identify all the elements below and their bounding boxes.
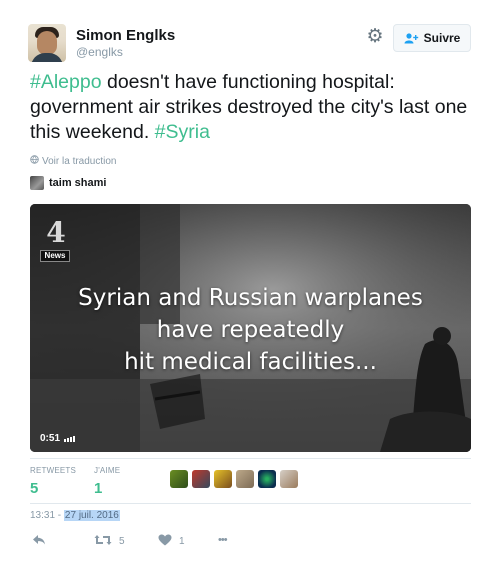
avatar[interactable] xyxy=(192,470,210,488)
reply-button[interactable] xyxy=(32,534,46,549)
quoted-user[interactable]: taim shami xyxy=(30,176,106,190)
author-name[interactable]: Simon Englks xyxy=(76,27,175,44)
retweet-count: 5 xyxy=(119,536,125,547)
video-player[interactable]: 4 News Syrian and Russian warplanes have… xyxy=(30,204,471,452)
video-duration: 0:51 xyxy=(40,433,76,444)
engager-avatars xyxy=(170,470,298,488)
hashtag-syria[interactable]: #Syria xyxy=(155,121,210,143)
globe-icon xyxy=(30,155,39,167)
heart-icon xyxy=(158,534,172,549)
add-user-icon xyxy=(404,32,419,44)
avatar[interactable] xyxy=(214,470,232,488)
avatar[interactable] xyxy=(170,470,188,488)
retweet-icon xyxy=(94,534,112,549)
likes-stat[interactable]: J'AIME 1 xyxy=(94,466,120,497)
caption-line-2: have repeatedly xyxy=(156,317,345,343)
gear-icon[interactable]: ⚙ xyxy=(366,27,384,46)
translate-link[interactable]: Voir la traduction xyxy=(30,155,117,167)
engagement-stats: RETWEETS 5 J'AIME 1 xyxy=(30,466,471,498)
follow-label: Suivre xyxy=(423,31,461,45)
quoted-user-avatar xyxy=(30,176,44,190)
avatar[interactable] xyxy=(236,470,254,488)
tweet-timestamp: 13:31 - 27 juil. 2016 xyxy=(30,510,120,521)
reply-icon xyxy=(32,534,46,549)
like-button[interactable]: 1 xyxy=(158,534,185,549)
caption-line-3: hit medical facilities... xyxy=(124,349,377,375)
divider xyxy=(30,458,471,459)
retweet-button[interactable]: 5 xyxy=(94,534,125,549)
like-count: 1 xyxy=(179,536,185,547)
retweets-stat[interactable]: RETWEETS 5 xyxy=(30,466,76,497)
avatar[interactable] xyxy=(280,470,298,488)
author-avatar[interactable] xyxy=(28,24,66,62)
volume-bars-icon xyxy=(64,435,76,442)
avatar[interactable] xyxy=(258,470,276,488)
hashtag-aleppo[interactable]: #Aleppo xyxy=(30,71,102,93)
more-icon[interactable]: ••• xyxy=(218,534,228,546)
tweet-text: #Aleppo doesn't have functioning hospita… xyxy=(30,70,480,145)
translate-label: Voir la traduction xyxy=(42,155,117,167)
quoted-user-name: taim shami xyxy=(49,177,107,189)
divider xyxy=(30,503,471,504)
caption-line-1: Syrian and Russian warplanes xyxy=(78,285,423,311)
timestamp-date[interactable]: 27 juil. 2016 xyxy=(63,510,120,521)
follow-button[interactable]: Suivre xyxy=(393,24,471,52)
channel4-news-logo: 4 News xyxy=(40,218,74,262)
tweet-header: Simon Englks @englks ⚙ Suivre xyxy=(28,24,478,64)
video-caption: Syrian and Russian warplanes have repeat… xyxy=(30,282,471,378)
author-handle[interactable]: @englks xyxy=(76,45,123,59)
